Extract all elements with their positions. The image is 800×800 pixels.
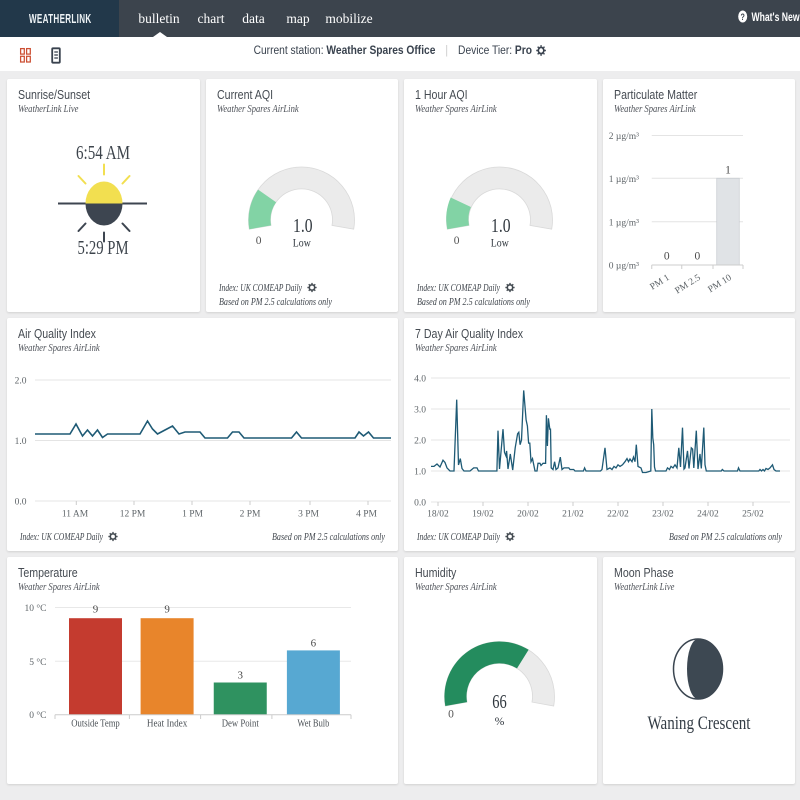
svg-text:11 AM: 11 AM (62, 510, 89, 520)
svg-text:4.0: 4.0 (414, 375, 426, 385)
svg-text:12 PM: 12 PM (120, 510, 146, 520)
svg-text:21/02: 21/02 (562, 510, 584, 520)
svg-text:Dew Point: Dew Point (222, 719, 259, 730)
svg-text:Index: UK COMEAP Daily: Index: UK COMEAP Daily (218, 282, 302, 294)
svg-text:9: 9 (164, 604, 170, 616)
svg-text:0: 0 (454, 235, 460, 247)
svg-text:0.0: 0.0 (15, 498, 27, 508)
svg-text:1.0: 1.0 (15, 437, 27, 447)
svg-text:0: 0 (663, 251, 669, 263)
svg-text:Waning Crescent: Waning Crescent (647, 713, 751, 734)
svg-text:4 PM: 4 PM (356, 510, 377, 520)
svg-text:6: 6 (311, 638, 317, 650)
svg-text:5:29 PM: 5:29 PM (78, 237, 129, 259)
svg-text:1 µg/m³: 1 µg/m³ (608, 219, 638, 229)
svg-text:10 °C: 10 °C (24, 603, 46, 614)
svg-text:5 °C: 5 °C (29, 657, 46, 668)
svg-text:Based on PM 2.5 calculations o: Based on PM 2.5 calculations only (272, 531, 385, 543)
svg-text:PM 10: PM 10 (706, 273, 733, 295)
svg-text:Low: Low (491, 238, 510, 250)
svg-text:2 µg/m³: 2 µg/m³ (608, 132, 638, 142)
svg-text:1 PM: 1 PM (182, 510, 203, 520)
svg-text:1.0: 1.0 (293, 215, 313, 237)
svg-text:66: 66 (492, 691, 507, 713)
svg-text:3 PM: 3 PM (298, 510, 319, 520)
svg-text:18/02: 18/02 (427, 510, 449, 520)
svg-text:9: 9 (93, 604, 99, 616)
svg-text:0.0: 0.0 (414, 499, 426, 509)
svg-text:0 °C: 0 °C (29, 710, 46, 721)
svg-text:3.0: 3.0 (414, 406, 426, 416)
svg-text:3: 3 (238, 670, 244, 682)
svg-text:Wet Bulb: Wet Bulb (297, 719, 329, 730)
svg-text:1: 1 (725, 165, 731, 177)
svg-text:?: ? (740, 11, 744, 22)
svg-text:0: 0 (255, 235, 261, 247)
svg-text:0: 0 (448, 709, 454, 721)
svg-text:Index: UK COMEAP Daily: Index: UK COMEAP Daily (19, 531, 103, 543)
svg-text:2.0: 2.0 (15, 377, 27, 387)
svg-text:25/02: 25/02 (742, 510, 764, 520)
svg-text:6:54 AM: 6:54 AM (76, 142, 130, 164)
svg-text:2 PM: 2 PM (240, 510, 261, 520)
svg-text:PM 2.5: PM 2.5 (673, 273, 702, 296)
svg-text:23/02: 23/02 (652, 510, 674, 520)
svg-text:Based on PM 2.5 calculations o: Based on PM 2.5 calculations only (417, 296, 530, 308)
svg-text:%: % (495, 716, 505, 728)
svg-text:Heat Index: Heat Index (147, 719, 188, 730)
svg-text:Index: UK COMEAP Daily: Index: UK COMEAP Daily (416, 282, 500, 294)
svg-text:0: 0 (694, 251, 700, 263)
svg-text:22/02: 22/02 (607, 510, 629, 520)
svg-text:Low: Low (292, 238, 311, 250)
svg-text:0 µg/m³: 0 µg/m³ (608, 262, 638, 272)
svg-text:1 µg/m³: 1 µg/m³ (608, 175, 638, 185)
svg-text:Based on PM 2.5 calculations o: Based on PM 2.5 calculations only (219, 296, 332, 308)
svg-text:1.0: 1.0 (414, 468, 426, 478)
svg-text:1.0: 1.0 (491, 215, 511, 237)
svg-text:19/02: 19/02 (472, 510, 494, 520)
svg-text:20/02: 20/02 (517, 510, 539, 520)
svg-text:24/02: 24/02 (697, 510, 719, 520)
svg-text:PM 1: PM 1 (648, 273, 671, 293)
svg-text:Based on PM 2.5 calculations o: Based on PM 2.5 calculations only (669, 531, 782, 543)
svg-text:Index: UK COMEAP Daily: Index: UK COMEAP Daily (416, 531, 500, 543)
svg-text:Outside Temp: Outside Temp (71, 719, 120, 730)
svg-text:2.0: 2.0 (414, 437, 426, 447)
